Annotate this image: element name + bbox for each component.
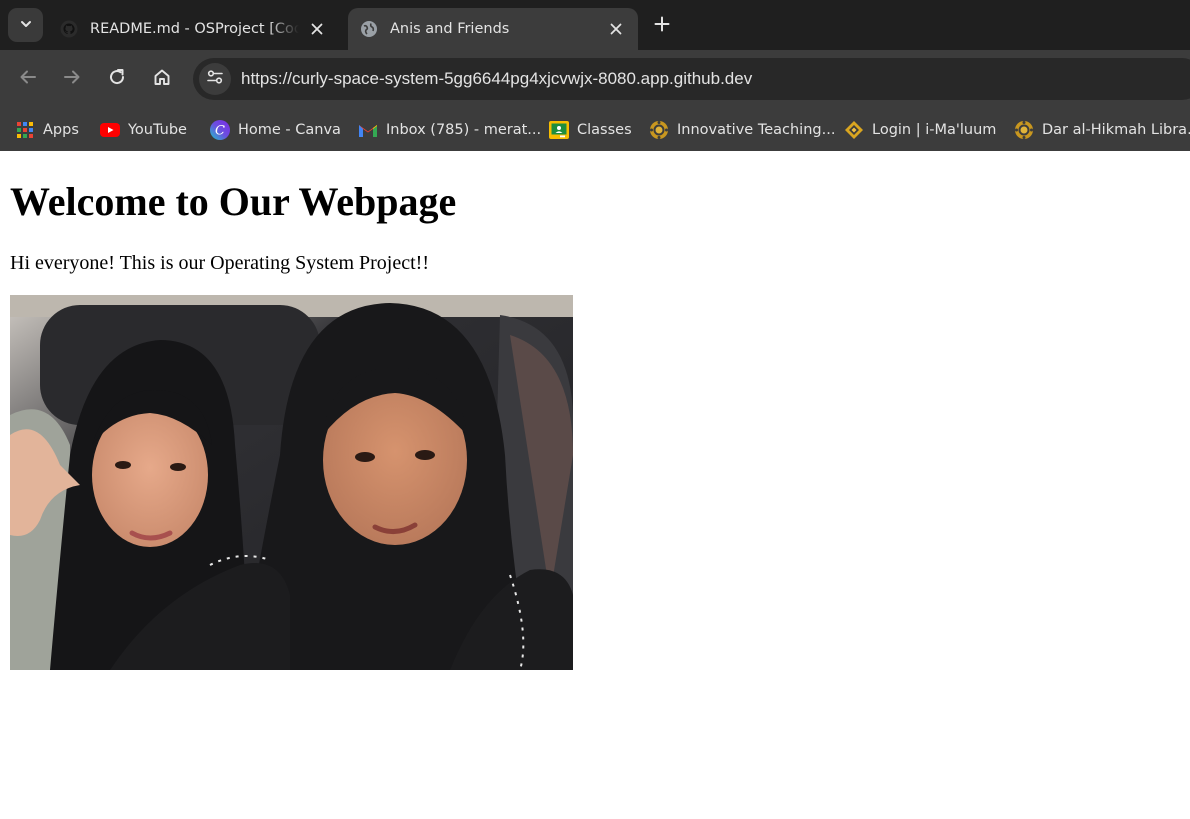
bookmark-label: Classes: [577, 122, 632, 138]
site-info-button[interactable]: [199, 63, 231, 95]
emblem-icon: [649, 120, 669, 140]
bookmark-canva[interactable]: C Home - Canva: [210, 115, 341, 145]
gmail-icon: [358, 120, 378, 140]
bookmark-label: Apps: [43, 122, 79, 138]
intro-text: Hi everyone! This is our Operating Syste…: [10, 252, 429, 274]
bookmark-label: Home - Canva: [238, 122, 341, 138]
arrow-left-icon: [19, 68, 37, 90]
bookmark-label: Inbox (785) - merat...: [386, 122, 542, 138]
arrow-right-icon: [63, 68, 81, 90]
plus-icon: [654, 16, 670, 36]
bookmark-dar-al-hikmah[interactable]: Dar al-Hikmah Libra...: [1014, 115, 1190, 145]
bookmarks-bar: Apps YouTube C Home - Canva Inbox (785) …: [0, 109, 1190, 151]
bookmark-i-maluum[interactable]: Login | i-Ma'luum: [844, 115, 996, 145]
new-tab-button[interactable]: [648, 12, 676, 40]
address-bar[interactable]: https://curly-space-system-5gg6644pg4xjc…: [193, 58, 1190, 100]
toolbar: https://curly-space-system-5gg6644pg4xjc…: [0, 50, 1190, 109]
bookmark-youtube[interactable]: YouTube: [100, 115, 187, 145]
bookmark-label: YouTube: [128, 122, 187, 138]
emblem-icon: [1014, 120, 1034, 140]
bookmark-apps[interactable]: Apps: [15, 115, 79, 145]
svg-text:C: C: [215, 124, 225, 139]
friends-photo: [10, 295, 573, 670]
close-icon[interactable]: [307, 19, 327, 39]
bookmark-label: Innovative Teaching...: [677, 122, 836, 138]
tab-strip: README.md - OSProject [Codespaces] Anis …: [0, 0, 1190, 50]
bookmark-classes[interactable]: Classes: [549, 115, 632, 145]
canva-icon: C: [210, 120, 230, 140]
photo-illustration: [10, 295, 573, 670]
bookmark-innovative-teaching[interactable]: Innovative Teaching...: [649, 115, 835, 145]
tab-readme[interactable]: README.md - OSProject [Codespaces]: [48, 8, 339, 50]
tune-icon: [206, 68, 224, 90]
tab-title: Anis and Friends: [390, 21, 510, 37]
tab-anis-and-friends[interactable]: Anis and Friends: [348, 8, 638, 50]
home-button[interactable]: [148, 65, 176, 93]
tab-title: README.md - OSProject [Codespaces]: [90, 21, 299, 37]
back-button[interactable]: [14, 65, 42, 93]
web-page: Welcome to Our Webpage Hi everyone! This…: [0, 151, 1190, 819]
bookmark-label: Dar al-Hikmah Libra...: [1042, 122, 1190, 138]
diamond-logo-icon: [844, 120, 864, 140]
classroom-icon: [549, 120, 569, 140]
github-icon: [60, 20, 78, 38]
chevron-down-icon: [19, 16, 33, 35]
forward-button[interactable]: [58, 65, 86, 93]
apps-grid-icon: [15, 120, 35, 140]
reload-button[interactable]: [103, 65, 131, 93]
bookmark-gmail[interactable]: Inbox (785) - merat...: [358, 115, 541, 145]
url-text[interactable]: https://curly-space-system-5gg6644pg4xjc…: [241, 58, 752, 100]
page-heading: Welcome to Our Webpage: [10, 179, 457, 224]
globe-icon: [360, 20, 378, 38]
youtube-icon: [100, 120, 120, 140]
bookmark-label: Login | i-Ma'luum: [872, 122, 997, 138]
home-icon: [153, 68, 171, 90]
reload-icon: [108, 68, 126, 90]
tab-search-button[interactable]: [8, 8, 43, 42]
close-icon[interactable]: [606, 19, 626, 39]
